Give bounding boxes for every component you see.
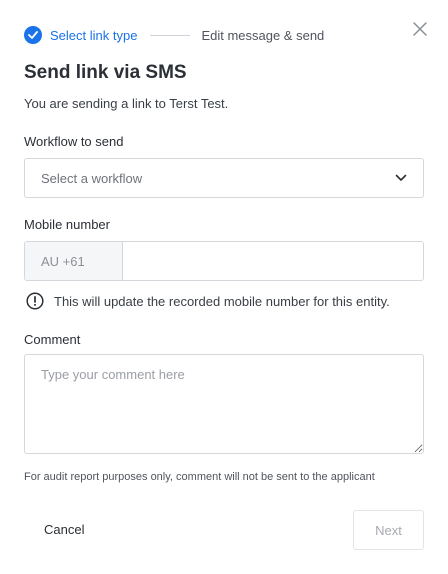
next-button[interactable]: Next: [353, 510, 424, 550]
exclamation-circle-icon: [26, 292, 44, 310]
check-circle-icon: [24, 26, 42, 44]
comment-note: For audit report purposes only, comment …: [24, 471, 375, 483]
mobile-number-field: AU +61: [24, 241, 424, 281]
chevron-down-icon: [395, 174, 407, 181]
mobile-info-text: This will update the recorded mobile num…: [54, 293, 390, 309]
comment-label: Comment: [24, 332, 81, 347]
step-edit-message: Edit message & send: [201, 27, 325, 43]
close-icon: [413, 22, 427, 36]
cancel-button[interactable]: Cancel: [44, 522, 84, 537]
step-divider: [150, 34, 191, 36]
page-subtitle: You are sending a link to Terst Test.: [24, 96, 229, 111]
workflow-label: Workflow to send: [24, 134, 124, 149]
step-select-link-type[interactable]: Select link type: [50, 28, 137, 43]
stepper: Select link type Edit message & send: [24, 25, 324, 45]
page-title: Send link via SMS: [24, 62, 187, 83]
mobile-number-input[interactable]: [123, 242, 423, 280]
mobile-label: Mobile number: [24, 217, 110, 232]
send-sms-modal: Select link type Edit message & send Sen…: [0, 0, 448, 574]
mobile-info: This will update the recorded mobile num…: [26, 292, 390, 310]
workflow-select-placeholder: Select a workflow: [41, 170, 143, 186]
workflow-select[interactable]: Select a workflow: [24, 158, 424, 198]
close-button[interactable]: [410, 19, 430, 39]
country-code-prefix: AU +61: [25, 242, 123, 280]
comment-textarea[interactable]: [24, 354, 424, 454]
